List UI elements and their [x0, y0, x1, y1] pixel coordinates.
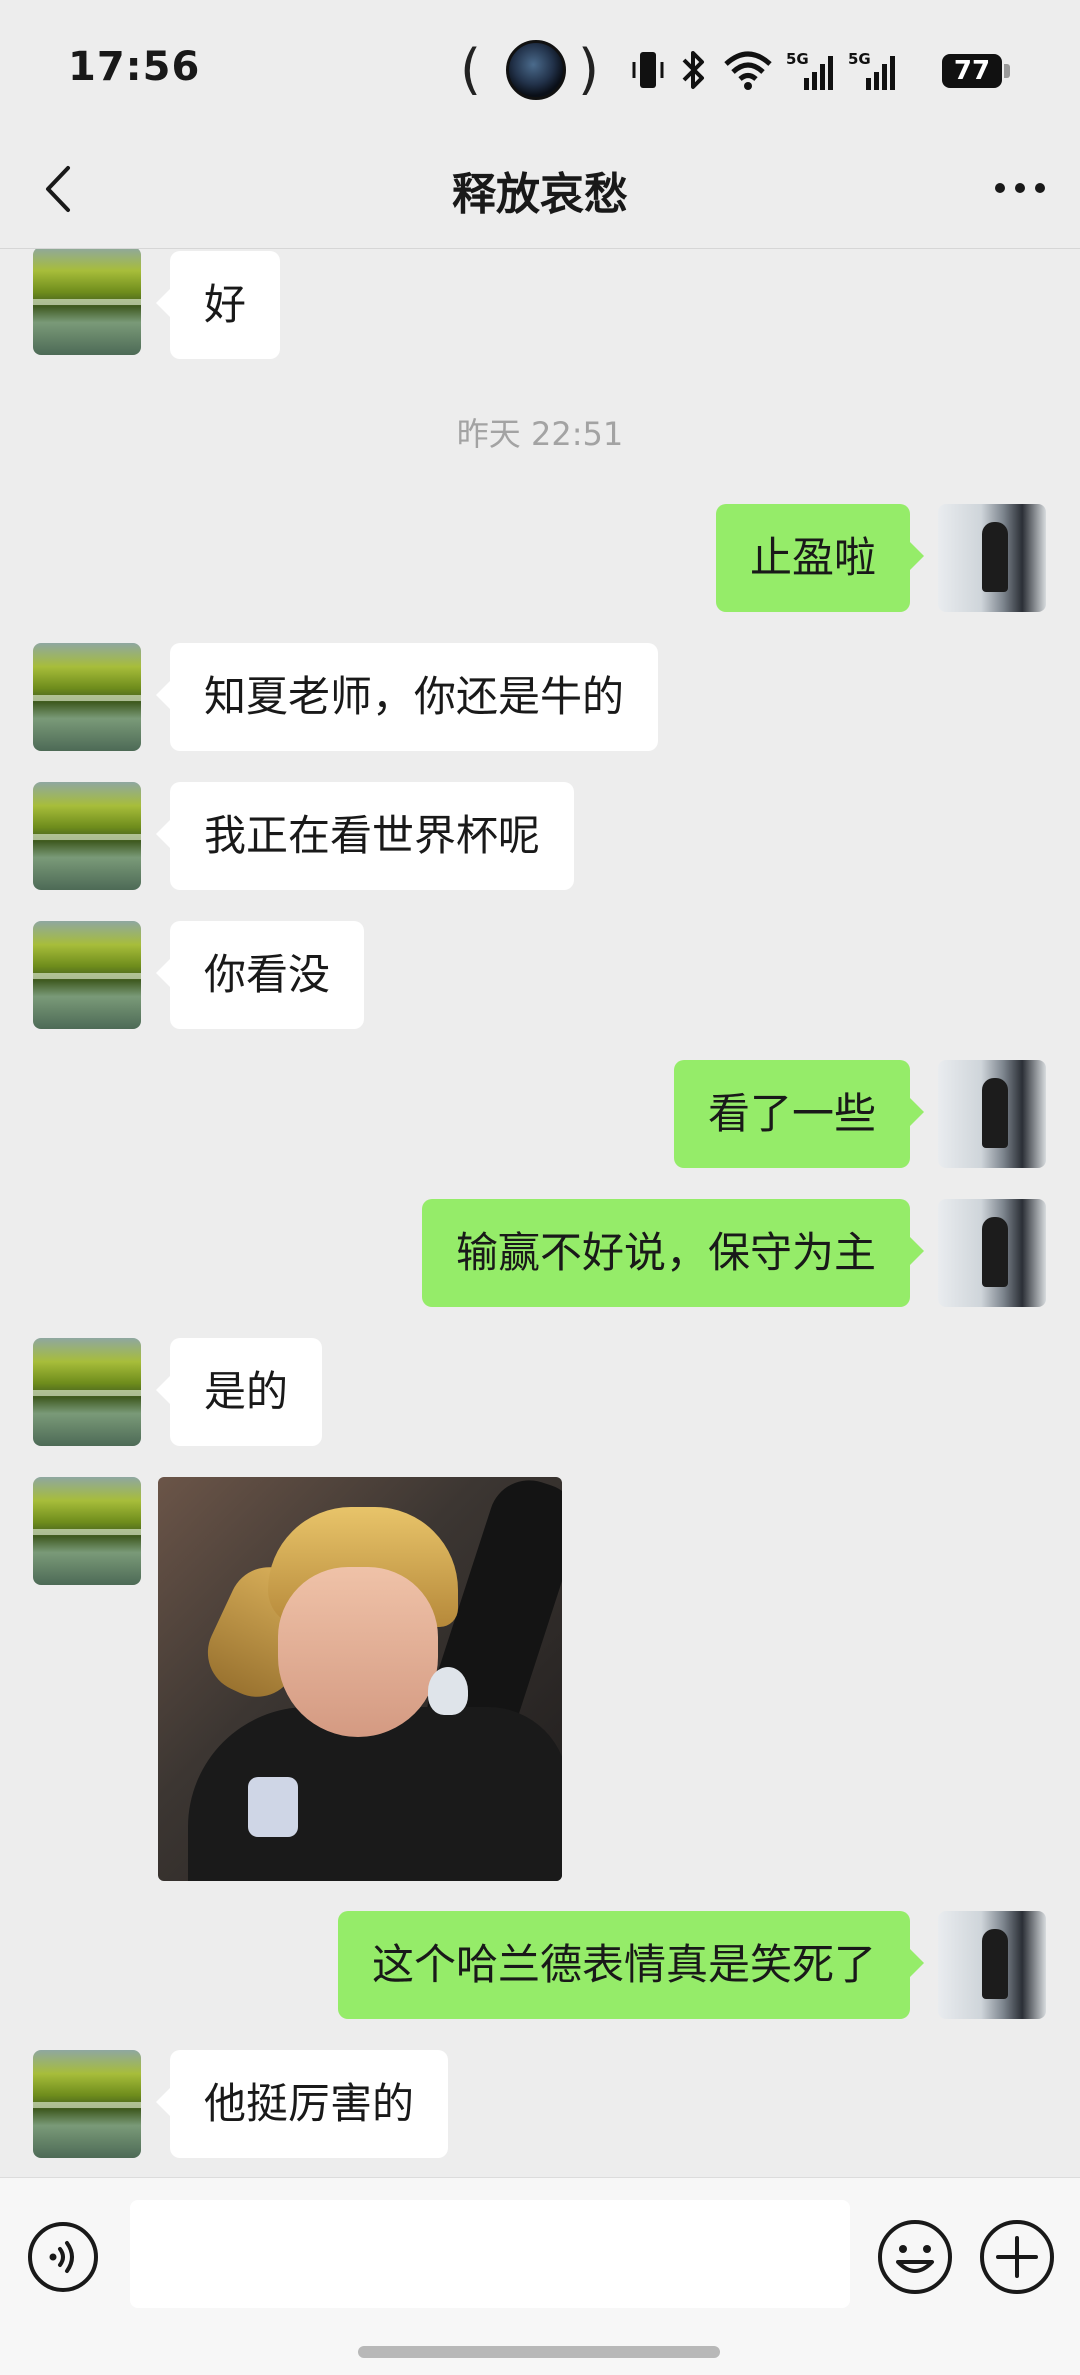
sticker-photo[interactable] — [158, 1477, 562, 1881]
message-input[interactable] — [130, 2200, 850, 2308]
contact-avatar[interactable] — [33, 1477, 141, 1585]
contact-avatar[interactable] — [33, 2050, 141, 2158]
svg-text:5G: 5G — [848, 50, 871, 68]
message-row: 是的 — [0, 1338, 1080, 1448]
media-indicator-icon — [506, 40, 566, 100]
chat-title: 释放哀愁 — [452, 169, 628, 220]
contact-avatar[interactable] — [33, 643, 141, 751]
battery-tip — [1004, 64, 1010, 78]
home-indicator — [358, 2346, 720, 2358]
message-row: 好 — [0, 249, 1080, 359]
status-time: 17:56 — [68, 44, 201, 90]
signal-5g-icon-1: 5G — [786, 50, 833, 90]
contact-avatar[interactable] — [33, 1338, 141, 1446]
chat-header: 释放哀愁 — [0, 130, 1080, 249]
message-row: 看了一些 — [0, 1060, 1080, 1170]
self-avatar[interactable] — [938, 1199, 1046, 1307]
bluetooth-icon — [682, 51, 704, 89]
plus-icon[interactable] — [978, 2218, 1056, 2296]
message-bubble[interactable]: 看了一些 — [673, 1060, 925, 1168]
message-bubble[interactable]: 输赢不好说，保守为主 — [421, 1199, 925, 1307]
message-row: 这个哈兰德表情真是笑死了 — [0, 1911, 1080, 2021]
message-list[interactable]: 好 昨天 22:51 止盈啦 知夏老师，你还是牛的 我正在看世界杯呢 你看没 看… — [0, 249, 1080, 2177]
vibrate-icon — [632, 52, 664, 88]
self-avatar[interactable] — [938, 1911, 1046, 2019]
input-bar — [0, 2177, 1080, 2375]
voice-icon[interactable] — [26, 2220, 100, 2294]
more-options-icon[interactable] — [980, 158, 1060, 218]
message-bubble[interactable]: 这个哈兰德表情真是笑死了 — [337, 1911, 925, 2019]
self-avatar[interactable] — [938, 504, 1046, 612]
svg-text:5G: 5G — [786, 50, 809, 68]
status-bar: 17:56 ( ) 5G 5G 77 — [0, 0, 1080, 130]
message-bubble[interactable]: 我正在看世界杯呢 — [155, 782, 575, 890]
message-row: 止盈啦 — [0, 504, 1080, 614]
status-icons: ( ) 5G 5G 77 — [460, 34, 1080, 106]
wifi-icon — [724, 51, 772, 90]
message-bubble[interactable]: 是的 — [155, 1338, 323, 1446]
message-row — [0, 1477, 1080, 1883]
battery-level: 77 — [942, 54, 1002, 88]
contact-avatar[interactable] — [33, 921, 141, 1029]
message-row: 我正在看世界杯呢 — [0, 782, 1080, 892]
self-avatar[interactable] — [938, 1060, 1046, 1168]
message-row: 输赢不好说，保守为主 — [0, 1199, 1080, 1309]
message-bubble[interactable]: 他挺厉害的 — [155, 2050, 449, 2158]
media-paren-right: ) — [578, 38, 600, 101]
media-paren-left: ( — [460, 38, 482, 101]
emoji-icon[interactable] — [876, 2218, 954, 2296]
message-row: 知夏老师，你还是牛的 — [0, 643, 1080, 753]
message-timestamp: 昨天 22:51 — [456, 415, 624, 453]
message-bubble[interactable]: 知夏老师，你还是牛的 — [155, 643, 659, 751]
message-bubble[interactable]: 止盈啦 — [715, 504, 925, 612]
message-bubble[interactable]: 好 — [155, 251, 281, 359]
message-bubble[interactable]: 你看没 — [155, 921, 365, 1029]
message-row: 你看没 — [0, 921, 1080, 1031]
contact-avatar[interactable] — [33, 782, 141, 890]
contact-avatar[interactable] — [33, 249, 141, 355]
signal-5g-icon-2: 5G — [848, 50, 895, 90]
message-row: 他挺厉害的 — [0, 2050, 1080, 2160]
